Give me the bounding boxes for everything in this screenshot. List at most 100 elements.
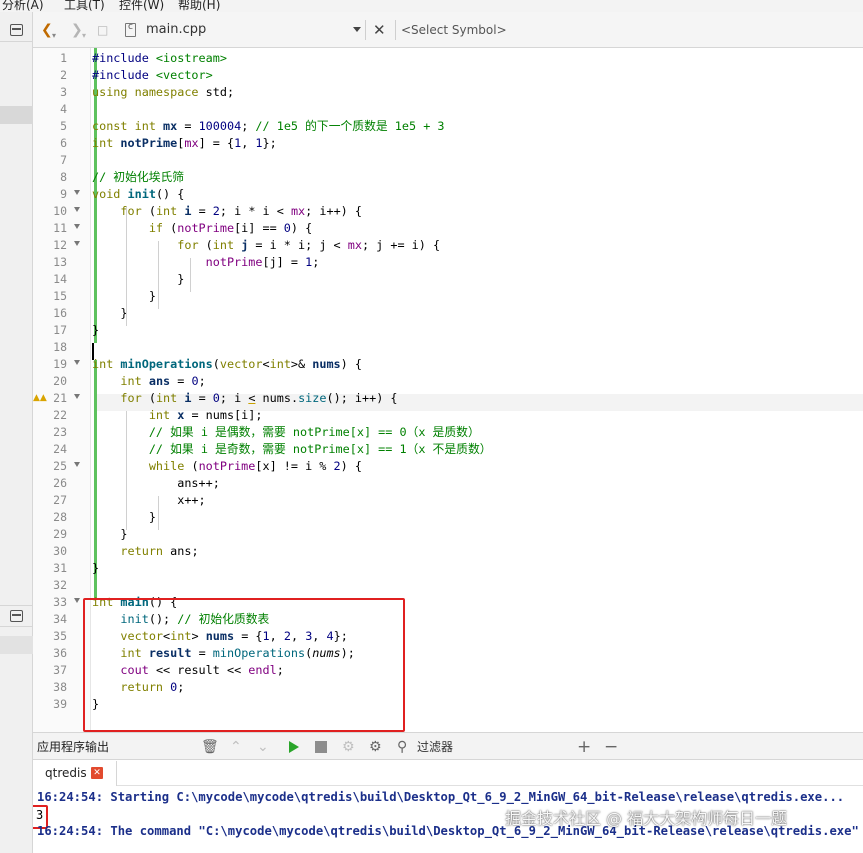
code-token: notPrime [205,255,263,269]
fold-arrow-icon[interactable] [74,207,80,212]
panel-toggle-icon-bottom[interactable] [10,610,23,622]
code-line[interactable]: 20 int ans = 0; [33,373,863,390]
code-text: } [92,509,156,526]
line-number: 13 [53,255,67,269]
fold-arrow-icon[interactable] [74,190,80,195]
attach-debugger-icon[interactable]: ⚙ [342,733,355,761]
fold-arrow-icon[interactable] [74,360,80,365]
code-line[interactable]: 25 while (notPrime[x] != i % 2) { [33,458,863,475]
code-line[interactable]: 8 // 初始化埃氏筛 [33,169,863,186]
code-text: void init() { [92,186,184,203]
code-line[interactable]: 3 using namespace std; [33,84,863,101]
previous-item-icon[interactable]: ⌃ [230,733,242,761]
line-number: 11 [53,221,67,235]
filter-input[interactable]: 过滤器 [417,733,453,761]
menu-analyze[interactable]: 分析(A) [2,0,44,12]
forward-arrow-icon[interactable]: ❯ [71,12,83,48]
file-dropdown-icon[interactable] [353,27,361,32]
code-token: } [92,561,100,575]
code-token: } [92,510,156,524]
fold-arrow-icon[interactable] [74,224,80,229]
open-file-name[interactable]: main.cpp [146,12,206,48]
code-text: const int mx = 100004; // 1e5 的下一个质数是 1e… [92,118,445,135]
code-line[interactable]: 24 // 如果 i 是奇数，需要 notPrime[x] == 1（x 不是质… [33,441,863,458]
code-line[interactable]: 32 [33,577,863,594]
code-token: [j] = [262,255,306,269]
code-editor[interactable]: 1 #include <iostream> 2 #include <vector> 3 u… [33,48,863,732]
zoom-out-icon[interactable]: − [604,733,618,761]
code-text: ans++; [92,475,220,492]
run-icon[interactable] [289,741,299,753]
code-line[interactable]: 17} [33,322,863,339]
fold-arrow-icon[interactable] [74,394,80,399]
code-line[interactable]: 26 ans++; [33,475,863,492]
symbol-selector[interactable]: <Select Symbol> [401,12,507,48]
panel-toggle-icon[interactable] [10,24,23,36]
zoom-in-icon[interactable]: + [577,733,591,761]
filter-search-icon[interactable]: ⚲ [397,733,407,761]
line-number: 35 [53,629,67,643]
code-line[interactable]: 9 void init() { [33,186,863,203]
code-line[interactable]: 5 const int mx = 100004; // 1e5 的下一个质数是 1… [33,118,863,135]
code-line[interactable]: 7 [33,152,863,169]
code-token: int [120,374,149,388]
fold-arrow-icon[interactable] [74,462,80,467]
code-token: ( [191,459,199,473]
code-line[interactable]: 23 // 如果 i 是偶数，需要 notPrime[x] == 0（x 是质数… [33,424,863,441]
code-token: ; j += i) { [361,238,441,252]
code-line[interactable]: 10 for (int i = 2; i * i < mx; i++) { [33,203,863,220]
fold-arrow-icon[interactable] [74,241,80,246]
code-line[interactable]: 19 int minOperations(vector<int>& nums) { [33,356,863,373]
code-token: // 1e5 的下一个质数是 1e5 + 3 [255,119,445,133]
settings-gear-icon[interactable]: ⚙ [369,733,382,761]
tab-close-icon[interactable]: ✕ [91,767,103,779]
output-tab-qtredis[interactable]: qtredis ✕ [33,761,117,786]
back-arrow-icon[interactable]: ❮ [41,12,53,48]
line-number: 31 [53,561,67,575]
line-number: 38 [53,680,67,694]
code-token: = [191,391,213,405]
code-line[interactable]: 31} [33,560,863,577]
code-line[interactable]: 22 int x = nums[i]; [33,407,863,424]
code-token: ; [241,119,256,133]
fold-arrow-icon[interactable] [74,598,80,603]
menu-controls[interactable]: 控件(W) [119,0,164,12]
line-number: 1 [60,51,67,65]
menu-help[interactable]: 帮助(H) [178,0,220,12]
clear-output-icon[interactable]: 🗑 [201,733,219,761]
code-line[interactable]: 4 [33,101,863,118]
lock-icon[interactable]: □ [97,12,108,48]
code-token: <iostream> [155,51,227,65]
left-panel-selected-row[interactable] [0,106,33,124]
code-line[interactable]: 1 #include <iostream> [33,50,863,67]
stop-icon[interactable] [315,741,327,753]
code-line[interactable]: 11 if (notPrime[i] == 0) { [33,220,863,237]
left-panel-row-bottom[interactable] [0,636,33,654]
code-line[interactable]: 30 return ans; [33,543,863,560]
code-line[interactable]: 6 int notPrime[mx] = {1, 1}; [33,135,863,152]
menu-tools[interactable]: 工具(T) [64,0,105,12]
line-number: 9 [60,187,67,201]
code-text: using namespace std; [92,84,234,101]
code-line[interactable]: 2 #include <vector> [33,67,863,84]
code-token: // 如果 i 是偶数，需要 notPrime[x] == 0（x 是质数） [148,425,480,439]
code-token: 0 [191,374,199,388]
line-number: 26 [53,476,67,490]
close-file-icon[interactable]: ✕ [373,12,386,48]
code-token: <vector> [155,68,213,82]
toolbar-divider [365,20,366,40]
code-line[interactable]: 18 [33,339,863,356]
code-text: x++; [92,492,205,509]
code-line[interactable]: 21 ▲▲ for (int i = 0; i < nums.size(); i+… [33,390,863,407]
warning-icon[interactable]: ▲▲ [33,390,47,407]
code-token: ( [148,391,156,405]
line-number: 8 [60,170,67,184]
line-number: 5 [60,119,67,133]
next-item-icon[interactable]: ⌄ [257,733,269,761]
code-token: #include [92,51,156,65]
code-token: std [205,85,227,99]
output-pane-title[interactable]: 应用程序输出 [37,733,109,761]
code-token: ; [226,85,235,99]
